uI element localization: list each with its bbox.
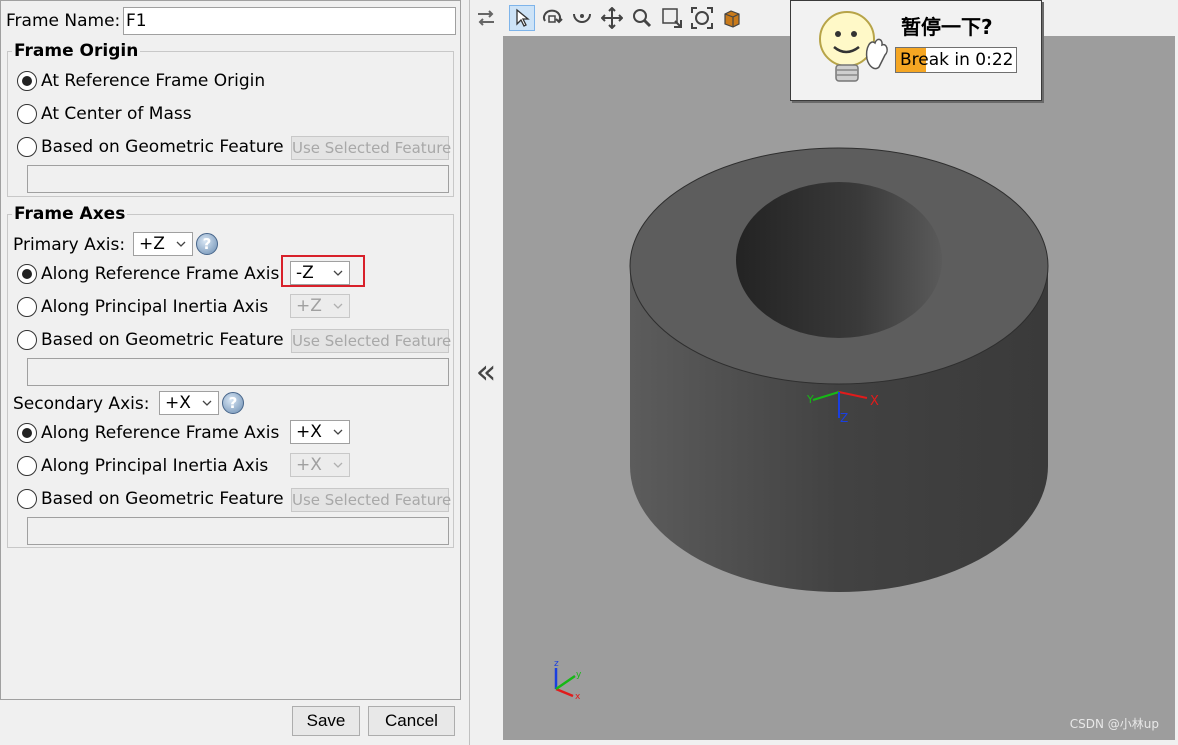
primary-geometric-feature-label: Based on Geometric Feature [41, 330, 284, 350]
break-progress-bar: Break in 0:22 [895, 47, 1017, 73]
rotate-icon[interactable] [539, 5, 565, 31]
secondary-reference-axis-value: +X [296, 422, 322, 442]
radio-circle [17, 104, 37, 124]
secondary-along-reference-axis-label: Along Reference Frame Axis [41, 423, 280, 443]
primary-axis-select[interactable]: +Z [133, 232, 193, 256]
zoom-box-icon[interactable] [659, 5, 685, 31]
secondary-use-selected-feature-button: Use Selected Feature [291, 488, 451, 512]
radio-circle [17, 489, 37, 509]
origin-geometric-feature-radio[interactable]: Based on Geometric Feature [17, 134, 284, 160]
radio-circle [17, 456, 37, 476]
help-icon[interactable]: ? [222, 392, 244, 414]
frame-axes-title: Frame Axes [12, 204, 128, 224]
rotate-about-icon[interactable] [569, 5, 595, 31]
secondary-along-principal-inertia-radio[interactable]: Along Principal Inertia Axis [17, 453, 268, 479]
frame-name-label: Frame Name: [6, 11, 121, 31]
primary-along-reference-axis-radio[interactable]: Along Reference Frame Axis [17, 261, 279, 287]
secondary-geometric-feature-radio[interactable]: Based on Geometric Feature [17, 486, 284, 512]
save-button[interactable]: Save [292, 706, 360, 736]
frame-name-field[interactable]: F1 [123, 7, 456, 35]
break-countdown: Break in 0:22 [900, 50, 1014, 70]
chevron-down-icon [174, 241, 188, 247]
splitter[interactable] [461, 0, 469, 745]
primary-inertia-axis-select: +Z [290, 294, 350, 318]
primary-along-reference-axis-label: Along Reference Frame Axis [41, 264, 280, 284]
frame-origin-title: Frame Origin [12, 41, 141, 61]
swap-icon[interactable] [473, 5, 499, 31]
secondary-reference-axis-select[interactable]: +X [290, 420, 350, 444]
break-reminder-popup[interactable]: 暂停一下? Break in 0:22 [790, 0, 1042, 101]
radio-dot [22, 76, 32, 86]
primary-inertia-axis-value: +Z [296, 296, 322, 316]
small-y-label: y [576, 670, 582, 680]
primary-axis-value: +Z [139, 234, 165, 254]
frame-properties-panel: Frame Name: F1 Frame Origin At Reference… [0, 0, 461, 700]
origin-at-reference-radio[interactable]: At Reference Frame Origin [17, 68, 265, 94]
small-x-label: x [575, 692, 581, 702]
view-cube-icon[interactable] [719, 5, 745, 31]
pan-icon[interactable] [599, 5, 625, 31]
radio-circle [17, 297, 37, 317]
primary-use-selected-feature-button: Use Selected Feature [291, 329, 451, 353]
select-arrow-icon[interactable] [509, 5, 535, 31]
origin-center-of-mass-label: At Center of Mass [41, 104, 192, 124]
origin-use-selected-feature-button: Use Selected Feature [291, 136, 451, 160]
secondary-axis-label: Secondary Axis: [13, 394, 150, 414]
radio-circle [17, 423, 37, 443]
ring-model: X Y Z z x y [554, 147, 1049, 702]
radio-circle [17, 71, 37, 91]
lightbulb-smiley-icon [819, 11, 888, 82]
secondary-inertia-axis-value: +X [296, 455, 322, 475]
highlight-box [281, 255, 365, 287]
primary-geometric-feature-radio[interactable]: Based on Geometric Feature [17, 327, 284, 353]
origin-at-reference-label: At Reference Frame Origin [41, 71, 266, 91]
chevron-down-icon [331, 429, 345, 435]
radio-circle [17, 330, 37, 350]
secondary-along-principal-inertia-label: Along Principal Inertia Axis [41, 456, 269, 476]
chevron-down-icon [200, 400, 214, 406]
origin-center-of-mass-radio[interactable]: At Center of Mass [17, 101, 192, 127]
break-title: 暂停一下? [901, 15, 993, 39]
triad-y-label: Y [806, 393, 814, 406]
secondary-inertia-axis-select: +X [290, 453, 350, 477]
cancel-button[interactable]: Cancel [368, 706, 455, 736]
secondary-feature-field [27, 517, 449, 545]
primary-feature-field [27, 358, 449, 386]
radio-circle [17, 264, 37, 284]
primary-along-principal-inertia-label: Along Principal Inertia Axis [41, 297, 269, 317]
radio-dot [22, 428, 32, 438]
radio-dot [22, 269, 32, 279]
primary-along-principal-inertia-radio[interactable]: Along Principal Inertia Axis [17, 294, 268, 320]
chevron-down-icon [331, 303, 345, 309]
small-z-label: z [554, 659, 559, 669]
secondary-along-reference-axis-radio[interactable]: Along Reference Frame Axis [17, 420, 279, 446]
primary-axis-label: Primary Axis: [13, 235, 126, 255]
secondary-axis-value: +X [165, 393, 191, 413]
collapse-panel-icon[interactable]: « [470, 352, 502, 392]
secondary-geometric-feature-label: Based on Geometric Feature [41, 489, 284, 509]
zoom-icon[interactable] [629, 5, 655, 31]
zoom-fit-icon[interactable] [689, 5, 715, 31]
secondary-axis-select[interactable]: +X [159, 391, 219, 415]
3d-viewport[interactable]: X Y Z z x y CSDN @小林up [503, 36, 1175, 740]
triad-x-label: X [870, 394, 879, 409]
radio-circle [17, 137, 37, 157]
chevron-down-icon [331, 462, 345, 468]
origin-geometric-feature-label: Based on Geometric Feature [41, 137, 284, 157]
watermark: CSDN @小林up [1069, 717, 1159, 731]
triad-z-label: Z [840, 411, 848, 425]
help-icon[interactable]: ? [196, 233, 218, 255]
origin-feature-field [27, 165, 449, 193]
orientation-triad: z x y [554, 659, 582, 702]
